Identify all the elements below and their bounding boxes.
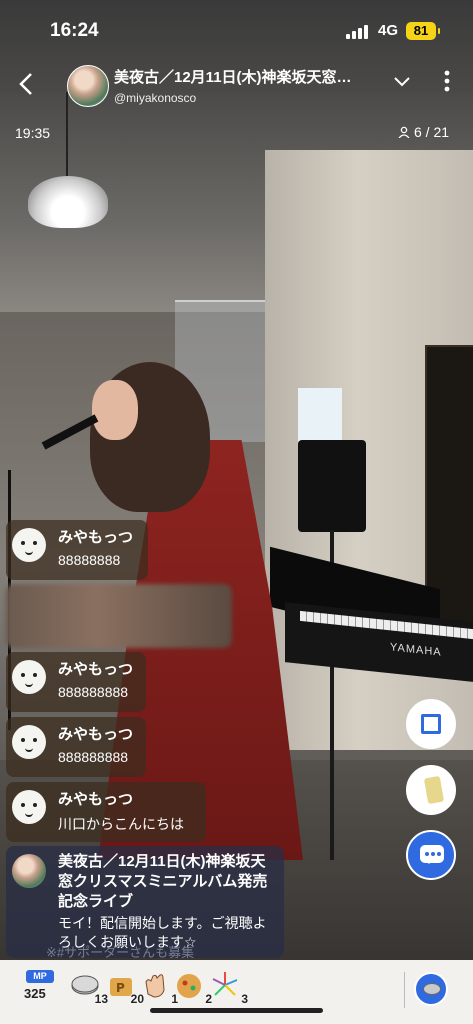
chat-message[interactable]: みやもっつ 888888888 — [6, 652, 146, 712]
clap-icon — [145, 974, 165, 998]
signal-icon — [346, 25, 372, 39]
broadcaster-message[interactable]: 美夜古／12月11日(木)神楽坂天窓クリスマスミニアルバム発売記念ライブ モイ！… — [6, 846, 284, 960]
fireworks-icon — [212, 972, 238, 996]
divider — [404, 972, 405, 1008]
broadcaster-message-cutoff: ※#サポーターさんも募集 — [46, 945, 195, 960]
commenter-avatar — [12, 528, 46, 562]
blurred-comment — [6, 584, 232, 648]
home-indicator[interactable] — [150, 1008, 323, 1013]
speaker — [298, 440, 366, 532]
network-type: 4G — [378, 22, 399, 39]
gift-count: 3 — [241, 992, 248, 1006]
fried-item-icon — [177, 974, 201, 998]
broadcaster-avatar[interactable] — [67, 65, 109, 107]
drink-gift-button[interactable] — [406, 765, 456, 815]
broadcaster-handle[interactable]: @miyakonosco — [114, 91, 196, 105]
status-bar: 16:24 4G 81 — [0, 0, 473, 60]
gift-fireworks[interactable]: 3 — [206, 968, 250, 1008]
viewer-count-text: 6 / 21 — [414, 124, 450, 140]
elapsed-time: 19:35 — [15, 125, 51, 141]
commenter-name: みやもっつ — [58, 726, 134, 743]
comment-text: 川口からこんにちは — [58, 816, 184, 832]
screen-capture-icon — [421, 714, 441, 734]
stream-title[interactable]: 美夜古／12月11日(木)神楽坂天窓… — [114, 66, 386, 87]
person-icon — [398, 125, 410, 139]
wall-poster — [298, 388, 342, 446]
commenter-name: みやもっつ — [58, 529, 134, 546]
mp-count: 325 — [24, 986, 46, 1001]
back-arrow-icon[interactable] — [16, 71, 36, 104]
pendant-lamp — [28, 176, 108, 228]
comment-text: 888888888 — [58, 684, 129, 700]
stream-header: 美夜古／12月11日(木)神楽坂天窓… @miyakonosco — [0, 60, 473, 110]
commenter-avatar — [12, 660, 46, 694]
svg-text:P: P — [116, 981, 125, 995]
commenter-name: みやもっつ — [58, 791, 134, 808]
chat-message[interactable]: みやもっつ 川口からこんにちは — [6, 782, 206, 842]
mp-label: MP — [26, 970, 54, 983]
drink-gift-icon — [423, 775, 445, 805]
viewer-count: 6 / 21 — [398, 124, 449, 140]
mp-counter[interactable]: MP 325 — [24, 968, 56, 1008]
broadcaster-message-title: 美夜古／12月11日(木)神楽坂天窓クリスマスミニアルバム発売記念ライブ — [58, 853, 268, 910]
gift-bar: MP 325 13 P 20 1 2 3 — [0, 960, 473, 1024]
comment-icon — [420, 845, 444, 864]
battery-icon: 81 — [406, 22, 440, 40]
chat-message[interactable]: みやもっつ 888888888 — [6, 717, 146, 777]
clock: 16:24 — [50, 20, 99, 41]
commenter-name: みやもっつ — [58, 661, 134, 678]
screen-capture-button[interactable] — [406, 699, 456, 749]
broadcaster-avatar — [12, 854, 46, 888]
commenter-avatar — [12, 790, 46, 824]
chevron-down-icon[interactable] — [393, 75, 411, 92]
comment-text: 888888888 — [58, 749, 129, 765]
commenter-avatar — [12, 725, 46, 759]
comment-text: 88888888 — [58, 552, 121, 568]
singer-face — [92, 380, 138, 440]
comment-button[interactable] — [406, 830, 456, 880]
coin-purchase-button[interactable] — [414, 972, 448, 1006]
chat-message[interactable]: みやもっつ 88888888 — [6, 520, 148, 580]
more-vertical-icon[interactable] — [444, 70, 450, 92]
